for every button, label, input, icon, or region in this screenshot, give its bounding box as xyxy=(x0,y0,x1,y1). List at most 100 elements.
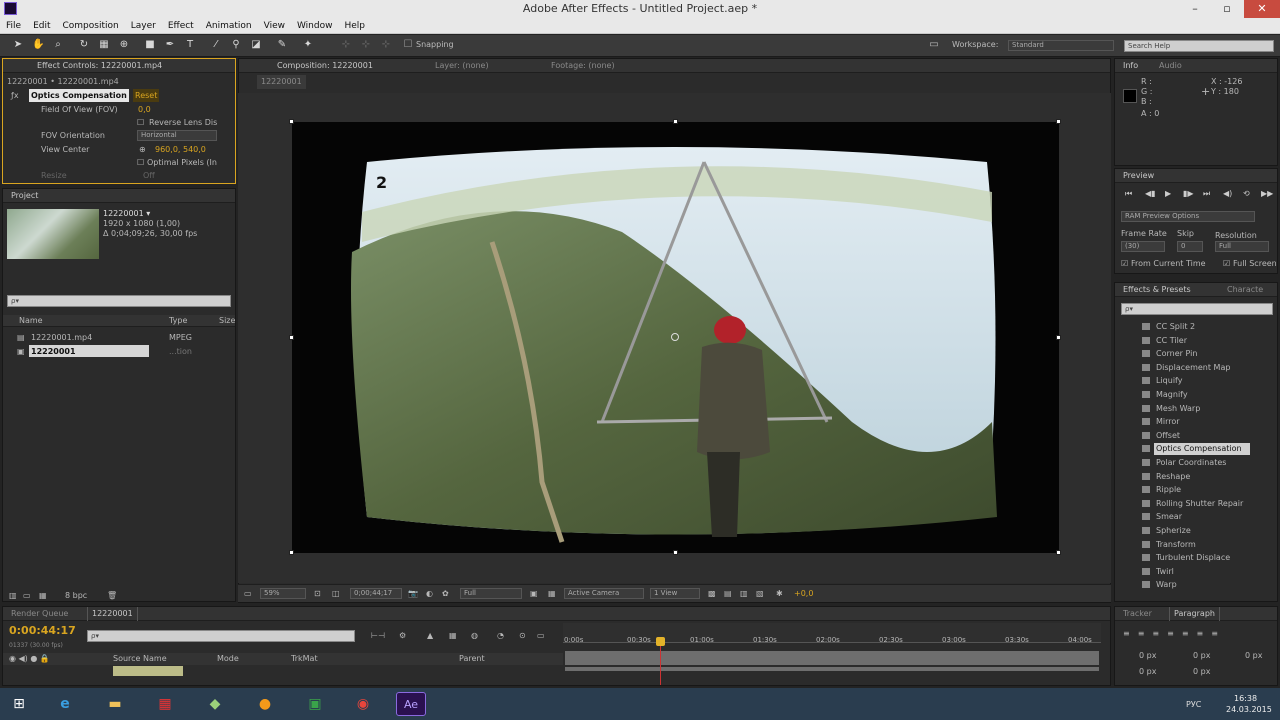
timeline-search-input[interactable]: ρ▾ xyxy=(87,630,355,642)
fx-item[interactable]: Optics Compensation xyxy=(1142,442,1242,455)
tab-composition[interactable]: Composition: 12220001 xyxy=(273,59,377,73)
app-folder-icon[interactable]: ◆ xyxy=(200,692,230,716)
frame-rate-select[interactable]: (30) xyxy=(1121,241,1165,252)
workspace-select[interactable]: Standard xyxy=(1008,40,1114,51)
fx-item[interactable]: Turbulent Displace xyxy=(1142,551,1230,564)
store-icon[interactable]: ▦ xyxy=(150,692,180,716)
zoom-select[interactable]: 59% xyxy=(260,588,306,599)
preview-resolution-select[interactable]: Full xyxy=(1215,241,1269,252)
taskbar-language[interactable]: РУС xyxy=(1186,698,1201,711)
tab-info[interactable]: Info xyxy=(1119,59,1142,73)
snapshot-icon[interactable]: 📷 xyxy=(408,587,418,600)
fast-preview-icon[interactable]: ▤ xyxy=(724,587,732,600)
graph-editor-icon[interactable]: ◔ xyxy=(497,629,504,642)
region-interest-icon[interactable]: ▣ xyxy=(530,587,538,600)
tab-preview[interactable]: Preview xyxy=(1119,169,1158,183)
menu-animation[interactable]: Animation xyxy=(200,18,258,34)
resolution-select[interactable]: Full xyxy=(460,588,522,599)
layer-row-name[interactable] xyxy=(113,666,183,676)
tab-effect-controls[interactable]: Effect Controls: 12220001.mp4 xyxy=(33,59,166,73)
play-icon[interactable]: ▶ xyxy=(1165,189,1171,198)
col-type[interactable]: Type xyxy=(169,316,187,325)
draft-3d-icon[interactable]: ⚙ xyxy=(399,629,406,642)
menu-window[interactable]: Window xyxy=(291,18,339,34)
fx-item[interactable]: Rolling Shutter Repair xyxy=(1142,497,1243,510)
new-folder-icon[interactable]: ▭ xyxy=(23,589,31,602)
transparency-grid-icon[interactable]: ▦ xyxy=(548,587,556,600)
comp-sub-tab[interactable]: 12220001 xyxy=(257,75,306,89)
selection-tool-icon[interactable]: ➤ xyxy=(12,39,24,51)
project-row-comp[interactable]: 12220001 xyxy=(31,345,76,358)
fx-item[interactable]: CC Split 2 xyxy=(1142,320,1195,333)
fx-item[interactable]: Reshape xyxy=(1142,470,1190,483)
mask-vis-icon[interactable]: ◫ xyxy=(332,587,340,600)
timeline-icon[interactable]: ▥ xyxy=(740,587,748,600)
view-center-target-icon[interactable]: ⊕ xyxy=(139,143,146,156)
from-current-checkbox[interactable]: ☑ xyxy=(1121,257,1128,270)
clone-stamp-tool-icon[interactable]: ⚲ xyxy=(230,39,242,51)
internet-explorer-icon[interactable]: e xyxy=(50,692,80,716)
zoom-tool-icon[interactable]: ⌕ xyxy=(52,39,64,51)
excel-like-icon[interactable]: ▣ xyxy=(300,692,330,716)
optimal-pixels-checkbox[interactable]: ☐ xyxy=(137,156,144,169)
flowchart-icon[interactable]: ▧ xyxy=(756,587,764,600)
toggle-pixel-icon[interactable]: ▩ xyxy=(708,587,716,600)
timeline-timecode[interactable]: 0:00:44:17 xyxy=(9,624,76,637)
fx-item[interactable]: Mirror xyxy=(1142,415,1180,428)
fx-item[interactable]: Ripple xyxy=(1142,483,1181,496)
fx-item[interactable]: Corner Pin xyxy=(1142,347,1197,360)
fx-item[interactable]: Liquify xyxy=(1142,374,1182,387)
comp-marker-icon[interactable]: ▭ xyxy=(537,629,545,642)
layer-bar[interactable] xyxy=(565,651,1099,665)
space-before-value[interactable]: 0 px xyxy=(1139,665,1156,678)
tab-tracker[interactable]: Tracker xyxy=(1119,607,1156,621)
after-effects-taskbar-icon[interactable]: Ae xyxy=(396,692,426,716)
snapping-checkbox[interactable]: ☐ xyxy=(402,39,414,51)
eraser-tool-icon[interactable]: ◪ xyxy=(250,39,262,51)
fx-item[interactable]: Twirl xyxy=(1142,565,1174,578)
playhead-handle[interactable] xyxy=(656,637,665,646)
fx-item[interactable]: Warp xyxy=(1142,578,1177,591)
prev-frame-icon[interactable]: ◀▮ xyxy=(1145,189,1156,198)
camera-tool-icon[interactable]: ▦ xyxy=(98,39,110,51)
tab-project[interactable]: Project xyxy=(7,189,42,203)
tab-character[interactable]: Characte xyxy=(1223,283,1267,297)
menu-composition[interactable]: Composition xyxy=(57,18,125,34)
layer-handle-mr[interactable] xyxy=(1056,335,1061,340)
maximize-button[interactable]: ▫ xyxy=(1212,0,1242,18)
col-name[interactable]: Name xyxy=(19,316,43,325)
effects-search-input[interactable]: ρ▾ xyxy=(1121,303,1273,315)
comp-mini-flowchart-icon[interactable]: ⊢⊣ xyxy=(371,629,385,642)
shy-icon[interactable]: ▲ xyxy=(427,629,433,642)
menu-layer[interactable]: Layer xyxy=(125,18,162,34)
tab-audio[interactable]: Audio xyxy=(1155,59,1186,73)
puppet-tool-icon[interactable]: ✦ xyxy=(302,39,314,51)
prop-fov-value[interactable]: 0,0 xyxy=(138,103,151,116)
first-frame-icon[interactable]: ⏮ xyxy=(1125,189,1132,199)
next-frame-icon[interactable]: ▮▶ xyxy=(1183,189,1194,198)
fx-item[interactable]: Smear xyxy=(1142,510,1182,523)
anchor-point-icon[interactable] xyxy=(671,333,679,341)
exposure-reset-icon[interactable]: ✱ xyxy=(776,587,783,600)
search-help-input[interactable]: Search Help xyxy=(1124,40,1274,52)
col-parent[interactable]: Parent xyxy=(459,654,485,663)
layer-handle-tl[interactable] xyxy=(289,119,294,124)
rectangle-tool-icon[interactable]: ■ xyxy=(144,39,156,51)
channel-icon[interactable]: ✿ xyxy=(442,587,449,600)
browser-orange-icon[interactable]: ● xyxy=(250,692,280,716)
exposure-value[interactable]: +0,0 xyxy=(794,587,813,600)
close-button[interactable]: ✕ xyxy=(1244,0,1280,18)
current-time-field[interactable]: 0;00;44;17 xyxy=(350,588,402,599)
axis-world-icon[interactable]: ⊹ xyxy=(360,39,372,51)
fx-item[interactable]: Offset xyxy=(1142,429,1180,442)
indent-first-value[interactable]: 0 px xyxy=(1193,649,1210,662)
col-source-name[interactable]: Source Name xyxy=(113,654,167,663)
col-mode[interactable]: Mode xyxy=(217,654,239,663)
ram-preview-options-select[interactable]: RAM Preview Options xyxy=(1121,211,1255,222)
fx-item[interactable]: Spherize xyxy=(1142,524,1191,537)
fx-item[interactable]: CC Tiler xyxy=(1142,334,1187,347)
menu-view[interactable]: View xyxy=(258,18,291,34)
layer-handle-br[interactable] xyxy=(1056,550,1061,555)
av-switches-icon[interactable]: ◉ ◀) ● 🔒 xyxy=(9,654,50,663)
camera-select[interactable]: Active Camera xyxy=(564,588,644,599)
